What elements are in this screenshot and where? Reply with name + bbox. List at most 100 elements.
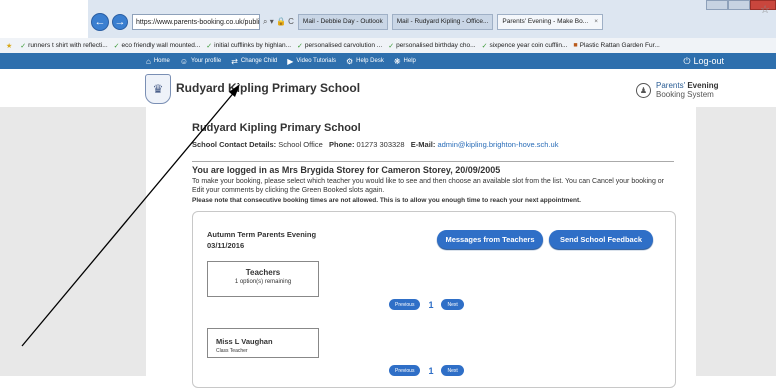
- nav-label: Video Tutorials: [296, 58, 336, 64]
- teachers-card-title: Teachers: [245, 268, 281, 277]
- pagination: Previous 1 Next: [389, 299, 464, 310]
- favorites-star-icon[interactable]: ★: [6, 42, 14, 50]
- browser-nav-row: ← → https://www.parents-booking.co.uk/pu…: [88, 12, 776, 32]
- page-number: 1: [428, 299, 434, 310]
- favorite-link[interactable]: ✓ personalised carvolution ...: [297, 42, 382, 50]
- pagination: Previous 1 Next: [389, 365, 464, 376]
- previous-button[interactable]: Previous: [389, 365, 421, 376]
- address-bar-icons[interactable]: ⌕ ▾ 🔒 C: [263, 17, 294, 27]
- school-header: ♛ Rudyard Kipling Primary School ♟ Paren…: [0, 69, 776, 108]
- nav-label: Change Child: [240, 58, 278, 64]
- favorites-bar: ★ ✓ runners t shirt with reflecti... ✓ eco…: [0, 38, 776, 54]
- school-crest-icon: ♛: [145, 74, 171, 104]
- minimize-button[interactable]: [706, 0, 728, 10]
- event-title: Autumn Term Parents Evening: [207, 230, 317, 239]
- favorite-label: sixpence year coin cufflin...: [489, 42, 568, 49]
- favorites-star-icon[interactable]: ☆: [760, 3, 770, 16]
- bookmark-icon: ■: [573, 42, 578, 49]
- bookmark-icon: ✓: [297, 42, 303, 50]
- bookmark-icon: ✓: [113, 42, 120, 50]
- nav-home[interactable]: ⌂ Home: [146, 57, 170, 66]
- main-panel: Rudyard Kipling Primary School School Co…: [146, 107, 696, 388]
- event-date: 03/11/2016: [207, 241, 245, 250]
- favorite-label: runners t shirt with reflecti...: [28, 42, 108, 49]
- bookmark-icon: ✓: [20, 42, 27, 50]
- people-icon: ♟: [636, 82, 651, 98]
- contact-label: School Contact Details:: [192, 140, 277, 149]
- nav-label: Home: [153, 58, 170, 64]
- instructions-text: To make your booking, please select whic…: [192, 178, 665, 194]
- browser-toolbar: ← → https://www.parents-booking.co.uk/pu…: [88, 0, 776, 38]
- favorite-link[interactable]: ✓ sixpence year coin cufflin...: [482, 42, 568, 50]
- helpdesk-icon: ⚙: [345, 56, 354, 66]
- booking-panel: Autumn Term Parents Evening 03/11/2016 M…: [192, 211, 676, 388]
- logo-text: Evening: [687, 81, 719, 90]
- logo-text: Parents': [656, 81, 686, 90]
- teachers-card-remaining: 1 option(s) remaining: [234, 279, 292, 285]
- page-number: 1: [428, 365, 434, 376]
- divider: [192, 161, 674, 162]
- nav-label: Help Desk: [356, 58, 384, 64]
- user-icon: ☺: [179, 56, 189, 66]
- nav-label: Your profile: [191, 58, 222, 64]
- contact-office: School Office: [278, 140, 323, 149]
- email-label: E-Mail:: [410, 140, 436, 149]
- favorite-label: Plastic Rattan Garden Fur...: [579, 42, 660, 49]
- help-icon: ❋: [393, 56, 401, 66]
- phone-value: 01273 303328: [356, 140, 405, 149]
- back-arrow-icon[interactable]: ←: [91, 13, 109, 31]
- favorite-label: eco friendly wall mounted...: [121, 42, 201, 49]
- consecutive-note: Please note that consecutive booking tim…: [192, 197, 581, 204]
- forward-arrow-icon[interactable]: →: [112, 14, 128, 30]
- bookmark-icon: ✓: [481, 42, 488, 50]
- maximize-button[interactable]: [728, 0, 750, 10]
- favorite-link[interactable]: ✓ eco friendly wall mounted...: [114, 42, 201, 50]
- bookmark-icon: ✓: [388, 42, 395, 50]
- browser-tab-parents-evening[interactable]: Parents' Evening - Make Bo... ×: [497, 14, 603, 30]
- site-navbar: ⌂ Home ☺ Your profile ⇄ Change Child ▶ Video…: [0, 53, 776, 69]
- content-area: Rudyard Kipling Primary School School Co…: [0, 107, 776, 388]
- favorite-link[interactable]: ✓ initial cufflinks by highlan...: [206, 42, 291, 50]
- address-bar[interactable]: https://www.parents-booking.co.uk/public…: [132, 14, 260, 30]
- teacher-role: Class Teacher: [216, 348, 248, 354]
- page-title: Rudyard Kipling Primary School: [192, 122, 361, 134]
- previous-button[interactable]: Previous: [389, 299, 421, 310]
- email-link[interactable]: admin@kipling.brighton-hove.sch.uk: [437, 140, 558, 149]
- logout-label: Log-out: [693, 56, 724, 66]
- teachers-card[interactable]: Teachers 1 option(s) remaining: [207, 261, 319, 297]
- favorite-link[interactable]: ✓ personalised birthday cho...: [388, 42, 475, 50]
- nav-label: Help: [403, 58, 416, 64]
- logout-link[interactable]: ⏻ Log-out: [683, 53, 724, 69]
- favorite-link[interactable]: ✓ runners t shirt with reflecti...: [20, 42, 107, 50]
- tab-label: Mail - Rudyard Kipling - Office...: [396, 18, 489, 25]
- teacher-name: Miss L Vaughan: [216, 337, 273, 346]
- school-name: Rudyard Kipling Primary School: [176, 81, 361, 95]
- messages-from-teachers-button[interactable]: Messages from Teachers: [437, 230, 543, 249]
- logged-in-text: You are logged in as Mrs Brygida Storey …: [192, 165, 501, 175]
- tab-close-icon[interactable]: ×: [594, 18, 598, 25]
- next-button[interactable]: Next: [441, 365, 464, 376]
- favorite-label: initial cufflinks by highlan...: [214, 42, 291, 49]
- nav-help-desk[interactable]: ⚙ Help Desk: [346, 57, 384, 66]
- nav-help[interactable]: ❋ Help: [394, 57, 416, 66]
- switch-icon: ⇄: [231, 56, 238, 66]
- contact-details: School Contact Details: School Office Ph…: [192, 140, 558, 149]
- home-icon: ⌂: [146, 56, 151, 66]
- nav-change-child[interactable]: ⇄ Change Child: [231, 57, 277, 66]
- teacher-card-vaughan[interactable]: Miss L Vaughan Class Teacher: [207, 328, 319, 358]
- favorite-link[interactable]: ■ Plastic Rattan Garden Fur...: [573, 42, 659, 49]
- tab-label: Mail - Debbie Day - Outlook: [302, 18, 383, 25]
- phone-label: Phone:: [329, 140, 355, 149]
- next-button[interactable]: Next: [441, 299, 464, 310]
- bookmark-icon: ✓: [206, 42, 213, 50]
- power-icon: ⏻: [683, 55, 691, 66]
- browser-tab-office[interactable]: Mail - Rudyard Kipling - Office...: [391, 14, 494, 30]
- nav-your-profile[interactable]: ☺ Your profile: [180, 57, 221, 66]
- favorite-label: personalised birthday cho...: [396, 42, 476, 49]
- logo-text: Booking System: [656, 90, 714, 99]
- browser-tab-outlook[interactable]: Mail - Debbie Day - Outlook: [297, 14, 388, 30]
- nav-video-tutorials[interactable]: ▶ Video Tutorials: [287, 57, 336, 66]
- send-school-feedback-button[interactable]: Send School Feedback: [549, 230, 653, 249]
- video-icon: ▶: [287, 56, 294, 66]
- favorite-label: personalised carvolution ...: [304, 42, 383, 49]
